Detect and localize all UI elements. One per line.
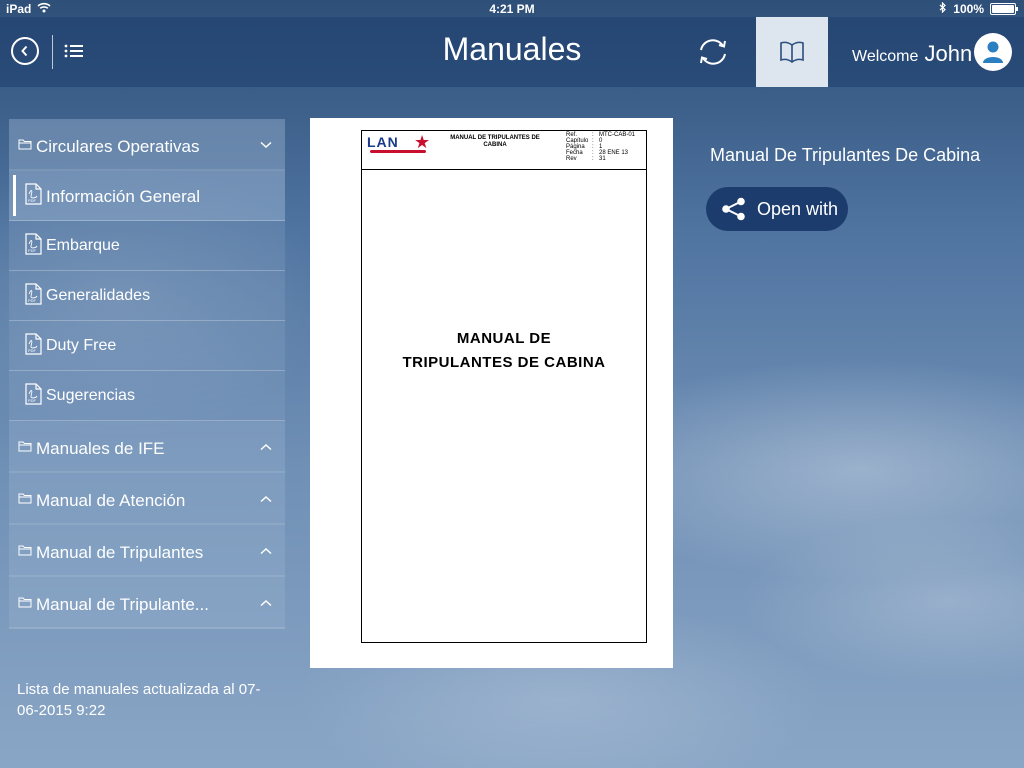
section-label: Manuales de IFE [36,439,165,458]
user-avatar[interactable] [974,33,1012,71]
section-manual-de-tripulante-2[interactable]: Manual de Tripulante... [9,577,285,629]
manuals-sidebar: Circulares Operativas PDF Información Ge… [9,119,285,629]
svg-text:PDF: PDF [28,348,37,353]
item-label: Información General [46,187,201,206]
item-label: Duty Free [46,337,117,354]
pdf-file-icon: PDF [25,233,42,255]
svg-text:PDF: PDF [28,198,37,203]
item-label: Sugerencias [46,387,135,404]
battery-percent: 100% [953,2,984,16]
item-label: Embarque [46,237,120,254]
document-title: Manual De Tripulantes De Cabina [710,145,981,165]
logo-swoosh [370,150,426,153]
section-manuales-de-ife[interactable]: Manuales de IFE [9,421,285,473]
app-header: Manuales Welcome John [0,17,1024,87]
folder-icon [18,545,32,556]
item-label: Generalidades [46,287,151,304]
list-item-embarque[interactable]: PDF Embarque [9,221,285,271]
share-icon [722,197,745,221]
list-item-informacion-general[interactable]: PDF Información General [9,171,285,221]
section-manual-de-tripulantes[interactable]: Manual de Tripulantes [9,525,285,577]
pdf-file-icon: PDF [25,283,42,305]
section-label: Manual de Tripulante... [36,595,209,614]
chevron-up-icon [260,443,272,451]
section-label: Circulares Operativas [36,137,200,156]
svg-text:PDF: PDF [28,248,37,253]
list-item-duty-free[interactable]: PDF Duty Free [9,321,285,371]
section-circulares-operativas[interactable]: Circulares Operativas [9,119,285,171]
section-label: Manual de Tripulantes [36,543,204,562]
document-main-title: MANUAL DE TRIPULANTES DE CABINA [402,330,606,371]
status-bar: iPad 4:21 PM 100% [0,0,1024,17]
battery-icon [990,3,1018,15]
welcome-label: Welcome [852,48,919,65]
section-label: Manual de Atención [36,491,186,510]
pdf-file-icon: PDF [25,383,42,405]
manuals-tab[interactable] [756,17,828,87]
folder-icon [18,441,32,452]
pdf-file-icon: PDF [25,183,42,205]
sync-button[interactable] [696,37,730,72]
last-updated-text: Lista de manuales actualizada al 07-06-2… [17,681,261,719]
user-name: John [924,41,973,66]
section-manual-de-atencion[interactable]: Manual de Atención [9,473,285,525]
folder-icon [18,493,32,504]
chevron-up-icon [260,547,272,555]
bluetooth-icon [939,1,947,16]
svg-text:PDF: PDF [28,398,37,403]
document-fields: Ref.: MTC-CAB-01 Capítulo:0 Página:1 Fech… [566,132,635,162]
document-preview[interactable]: LAN ★ MANUAL DE TRIPULANTES DE CABINA Re… [310,118,673,668]
document-page: LAN ★ MANUAL DE TRIPULANTES DE CABINA Re… [361,130,647,643]
clock: 4:21 PM [489,2,535,16]
document-header-title: MANUAL DE TRIPULANTES DE CABINA [450,135,540,148]
open-with-label: Open with [757,199,839,219]
document-header: LAN ★ MANUAL DE TRIPULANTES DE CABINA Re… [362,131,646,170]
chevron-down-icon [260,141,272,149]
list-item-generalidades[interactable]: PDF Generalidades [9,271,285,321]
active-indicator [13,175,16,216]
open-with-button[interactable]: Open with [706,187,848,231]
list-item-sugerencias[interactable]: PDF Sugerencias [9,371,285,421]
user-icon [983,41,1003,63]
chevron-up-icon [260,599,272,607]
folder-icon [18,597,32,608]
welcome-text: Welcome John [852,41,972,67]
open-book-icon [780,41,804,63]
field-row: Rev:31 [566,156,606,162]
sync-icon [700,39,726,65]
chevron-up-icon [260,495,272,503]
pdf-file-icon: PDF [25,333,42,355]
svg-text:PDF: PDF [28,298,37,303]
lan-logo: LAN [367,134,399,150]
folder-icon [18,139,32,150]
